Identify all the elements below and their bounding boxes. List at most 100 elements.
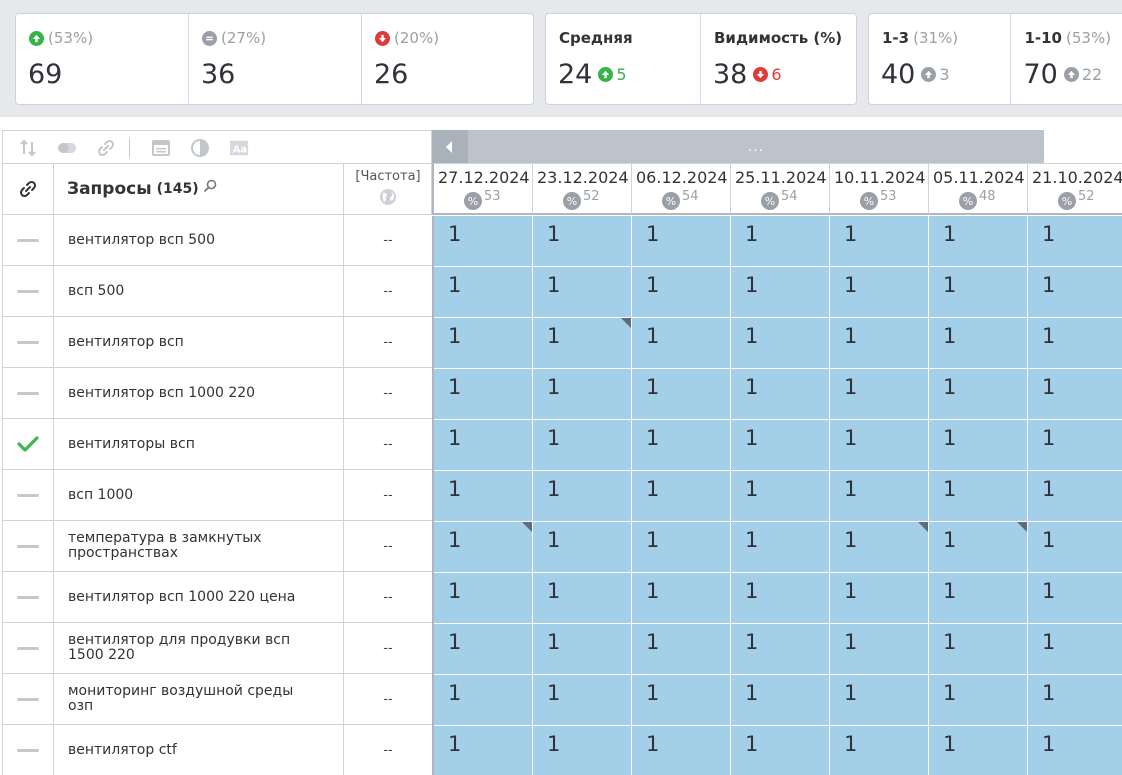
link-status-cell[interactable] [3, 266, 54, 316]
position-cell[interactable]: 1 [929, 471, 1028, 522]
position-cell[interactable]: 1 [929, 369, 1028, 420]
position-cell[interactable]: 1 [1028, 420, 1122, 471]
position-cell[interactable]: 1 [533, 522, 632, 573]
position-cell[interactable]: 1 [533, 420, 632, 471]
position-cell[interactable]: 1 [731, 318, 830, 369]
position-cell[interactable]: 1 [830, 522, 929, 573]
position-cell[interactable]: 1 [929, 318, 1028, 369]
position-cell[interactable]: 1 [434, 675, 533, 726]
position-cell[interactable]: 1 [632, 675, 731, 726]
position-cell[interactable]: 1 [434, 624, 533, 675]
link-status-cell[interactable] [3, 317, 54, 367]
table-row[interactable]: вентилятор всп -- [2, 317, 432, 368]
position-cell[interactable]: 1 [632, 471, 731, 522]
position-cell[interactable]: 1 [929, 267, 1028, 318]
position-cell[interactable]: 1 [830, 216, 929, 267]
position-cell[interactable]: 1 [1028, 471, 1122, 522]
position-cell[interactable]: 1 [830, 624, 929, 675]
position-cell[interactable]: 1 [1028, 624, 1122, 675]
position-cell[interactable]: 1 [632, 726, 731, 775]
scroll-thumb[interactable]: ... [468, 130, 1044, 163]
date-column-header[interactable]: 21.10.2024% 52 [1028, 164, 1122, 214]
date-column-header[interactable]: 27.12.2024% 53 [434, 164, 533, 214]
link-icon[interactable] [95, 138, 117, 158]
window-icon[interactable] [150, 138, 172, 158]
table-row[interactable]: вентилятор ctf -- [2, 725, 432, 775]
position-cell[interactable]: 1 [434, 573, 533, 624]
scroll-left-arrow[interactable] [432, 130, 466, 163]
position-cell[interactable]: 1 [731, 573, 830, 624]
link-status-cell[interactable] [3, 470, 54, 520]
position-cell[interactable]: 1 [434, 420, 533, 471]
query-cell[interactable]: вентилятор ctf [54, 725, 344, 775]
position-cell[interactable]: 1 [632, 267, 731, 318]
position-cell[interactable]: 1 [731, 420, 830, 471]
position-cell[interactable]: 1 [929, 420, 1028, 471]
position-cell[interactable]: 1 [1028, 267, 1122, 318]
position-cell[interactable]: 1 [731, 624, 830, 675]
position-cell[interactable]: 1 [731, 675, 830, 726]
position-cell[interactable]: 1 [830, 420, 929, 471]
stat-average[interactable]: Средняя 24 5 [546, 14, 701, 104]
stat-improved[interactable]: (53%) 69 [16, 14, 189, 104]
query-cell[interactable]: всп 500 [54, 266, 344, 316]
position-cell[interactable]: 1 [434, 216, 533, 267]
query-cell[interactable]: вентилятор всп 500 [54, 215, 344, 265]
position-cell[interactable]: 1 [830, 726, 929, 775]
position-cell[interactable]: 1 [533, 318, 632, 369]
frequency-column-header[interactable]: [Частота] [344, 164, 432, 214]
position-cell[interactable]: 1 [830, 573, 929, 624]
date-column-header[interactable]: 10.11.2024% 53 [830, 164, 929, 214]
position-cell[interactable]: 1 [632, 318, 731, 369]
stat-top-10[interactable]: 1-10 (53%) 70 22 [1011, 14, 1122, 104]
position-cell[interactable]: 1 [434, 522, 533, 573]
position-cell[interactable]: 1 [1028, 573, 1122, 624]
position-cell[interactable]: 1 [533, 675, 632, 726]
position-cell[interactable]: 1 [533, 726, 632, 775]
position-cell[interactable]: 1 [731, 267, 830, 318]
link-status-cell[interactable] [3, 419, 54, 469]
stat-top-3[interactable]: 1-3 (31%) 40 3 [869, 14, 1012, 104]
position-cell[interactable]: 1 [929, 216, 1028, 267]
link-status-cell[interactable] [3, 674, 54, 724]
table-row[interactable]: вентилятор всп 1000 220 -- [2, 368, 432, 419]
position-cell[interactable]: 1 [1028, 675, 1122, 726]
position-cell[interactable]: 1 [731, 369, 830, 420]
sort-icon[interactable] [17, 138, 39, 158]
position-cell[interactable]: 1 [830, 318, 929, 369]
stat-declined[interactable]: (20%) 26 [362, 14, 533, 104]
query-cell[interactable]: вентиляторы всп [54, 419, 344, 469]
table-row[interactable]: всп 500 -- [2, 266, 432, 317]
position-cell[interactable]: 1 [830, 675, 929, 726]
position-cell[interactable]: 1 [434, 726, 533, 775]
query-cell[interactable]: температура в замкнутых пространствах [54, 521, 344, 571]
font-icon[interactable]: Aa [228, 138, 250, 158]
position-cell[interactable]: 1 [434, 369, 533, 420]
scroll-track[interactable]: ... [432, 130, 1044, 163]
toggle-icon[interactable] [56, 138, 78, 158]
position-cell[interactable]: 1 [1028, 369, 1122, 420]
query-cell[interactable]: вентилятор всп 1000 220 [54, 368, 344, 418]
position-cell[interactable]: 1 [1028, 522, 1122, 573]
date-column-header[interactable]: 23.12.2024% 52 [533, 164, 632, 214]
position-cell[interactable]: 1 [830, 369, 929, 420]
position-cell[interactable]: 1 [632, 624, 731, 675]
link-status-cell[interactable] [3, 623, 54, 673]
position-cell[interactable]: 1 [1028, 318, 1122, 369]
position-cell[interactable]: 1 [929, 573, 1028, 624]
link-column-header[interactable] [3, 164, 54, 214]
link-status-cell[interactable] [3, 521, 54, 571]
position-cell[interactable]: 1 [533, 216, 632, 267]
position-cell[interactable]: 1 [1028, 216, 1122, 267]
position-cell[interactable]: 1 [632, 216, 731, 267]
position-cell[interactable]: 1 [731, 726, 830, 775]
query-cell[interactable]: вентилятор для продувки всп 1500 220 [54, 623, 344, 673]
query-cell[interactable]: вентилятор всп [54, 317, 344, 367]
position-cell[interactable]: 1 [434, 267, 533, 318]
stat-unchanged[interactable]: (27%) 36 [189, 14, 362, 104]
position-cell[interactable]: 1 [533, 624, 632, 675]
position-cell[interactable]: 1 [434, 318, 533, 369]
table-row[interactable]: вентилятор всп 1000 220 цена -- [2, 572, 432, 623]
link-status-cell[interactable] [3, 725, 54, 775]
table-row[interactable]: вентилятор для продувки всп 1500 220 -- [2, 623, 432, 674]
